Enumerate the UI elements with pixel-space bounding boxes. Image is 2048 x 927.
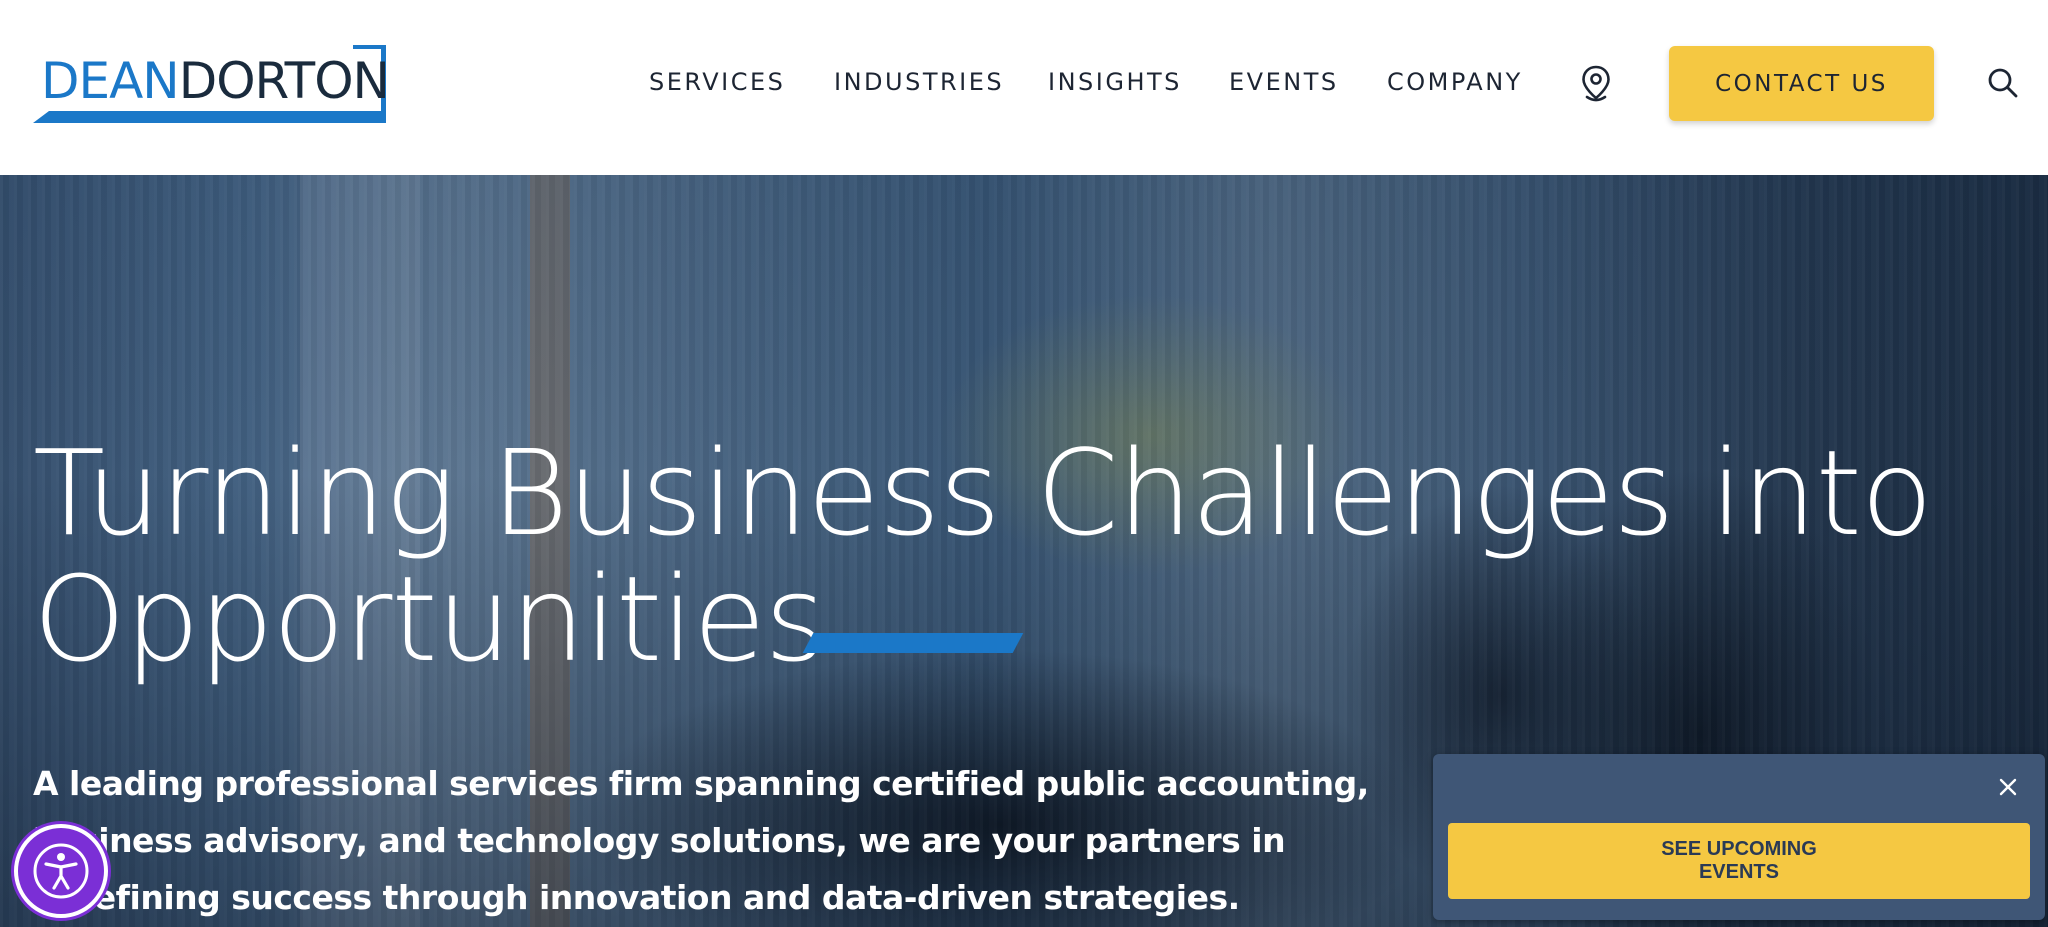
- accessibility-button[interactable]: [14, 824, 108, 918]
- events-popup: SEE UPCOMING EVENTS: [1433, 754, 2045, 920]
- nav-events[interactable]: EVENTS: [1229, 62, 1339, 102]
- nav-services[interactable]: SERVICES: [649, 62, 785, 102]
- dean-dorton-logo[interactable]: DEANDORTON: [33, 45, 390, 123]
- logo-dean: DEAN: [41, 52, 180, 110]
- accessibility-icon: [33, 843, 89, 899]
- contact-us-button[interactable]: CONTACT US: [1669, 46, 1934, 121]
- hero-description: A leading professional services firm spa…: [33, 764, 1369, 917]
- close-icon[interactable]: [1993, 772, 2023, 802]
- map-pin-icon[interactable]: [1578, 64, 1614, 104]
- hero-title-line2: Opportunities: [33, 550, 826, 688]
- hero-title-line1: Turning Business Challenges into: [33, 424, 1933, 562]
- logo-wordmark: DEANDORTON: [41, 51, 390, 111]
- nav-company[interactable]: COMPANY: [1387, 62, 1523, 102]
- nav-industries[interactable]: INDUSTRIES: [834, 62, 1004, 102]
- see-upcoming-events-button[interactable]: SEE UPCOMING EVENTS: [1448, 823, 2030, 899]
- nav-insights[interactable]: INSIGHTS: [1048, 62, 1182, 102]
- logo-dorton: DORTON: [178, 52, 390, 110]
- search-icon[interactable]: [1986, 66, 2020, 100]
- title-accent-bar: [802, 633, 1024, 653]
- site-header: DEANDORTON SERVICES INDUSTRIES INSIGHTS …: [0, 0, 2048, 175]
